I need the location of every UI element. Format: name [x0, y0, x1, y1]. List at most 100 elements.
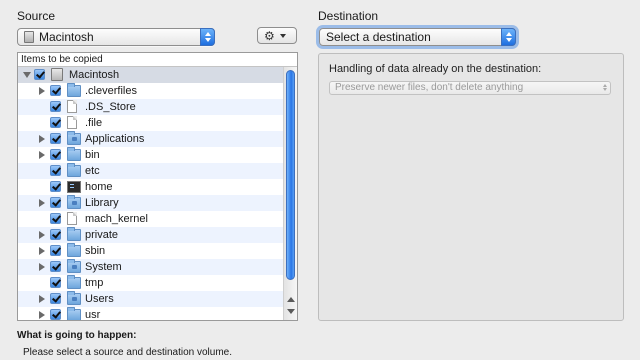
item-checkbox[interactable] — [50, 149, 61, 160]
file-icon — [67, 212, 77, 225]
popup-arrows-icon — [200, 28, 215, 46]
tree-row[interactable]: Library — [18, 195, 283, 211]
tree-item-label: etc — [85, 165, 100, 177]
tree-row[interactable]: Users — [18, 291, 283, 307]
tree-row[interactable]: Macintosh — [18, 67, 283, 83]
item-checkbox[interactable] — [50, 85, 61, 96]
popup-arrows-icon — [501, 28, 516, 46]
tree-row[interactable]: usr — [18, 307, 283, 321]
tree-item-label: Applications — [85, 133, 145, 145]
summary-title: What is going to happen: — [17, 330, 137, 341]
tree-item-label: mach_kernel — [85, 213, 148, 225]
scrollbar-thumb[interactable] — [286, 70, 295, 280]
scroll-down-arrow-icon[interactable] — [287, 309, 295, 314]
item-checkbox[interactable] — [50, 181, 61, 192]
disclosure-right-icon[interactable] — [39, 247, 45, 255]
tree-row[interactable]: .file — [18, 115, 283, 131]
tree-row[interactable]: .DS_Store — [18, 99, 283, 115]
disclosure-right-icon[interactable] — [39, 263, 45, 271]
vertical-scrollbar[interactable] — [283, 67, 297, 320]
tree-row[interactable]: sbin — [18, 243, 283, 259]
tree-item-label: .cleverfiles — [85, 85, 137, 97]
handling-popup[interactable]: Preserve newer files, don't delete anyth… — [329, 81, 611, 95]
alias-icon — [67, 181, 81, 193]
tree-row[interactable]: System — [18, 259, 283, 275]
popup-arrows-icon — [603, 84, 607, 91]
folder-icon — [67, 227, 81, 241]
handling-heading: Handling of data already on the destinat… — [329, 63, 542, 75]
folder-icon — [67, 147, 81, 161]
special-folder-icon — [67, 259, 81, 273]
item-checkbox[interactable] — [50, 213, 61, 224]
item-checkbox[interactable] — [50, 101, 61, 112]
disclosure-right-icon[interactable] — [39, 199, 45, 207]
tree-row[interactable]: bin — [18, 147, 283, 163]
item-checkbox[interactable] — [50, 229, 61, 240]
tree-row[interactable]: .cleverfiles — [18, 83, 283, 99]
tree-row[interactable]: Applications — [18, 131, 283, 147]
folder-icon — [67, 243, 81, 257]
tree-row[interactable]: home — [18, 179, 283, 195]
tree-item-label: .DS_Store — [85, 101, 136, 113]
tree-item-label: private — [85, 229, 119, 241]
destination-options-panel: Handling of data already on the destinat… — [318, 53, 624, 321]
tree-rows: Macintosh .cleverfiles .DS_Store .file Appli… — [18, 67, 283, 321]
scroll-up-arrow-icon[interactable] — [287, 297, 295, 302]
disclosure-right-icon[interactable] — [39, 87, 45, 95]
disclosure-right-icon[interactable] — [39, 295, 45, 303]
item-checkbox[interactable] — [34, 69, 45, 80]
source-popup-value: Macintosh — [39, 30, 94, 44]
file-icon — [67, 116, 77, 129]
tree-item-label: tmp — [85, 277, 104, 289]
tree-item-label: usr — [85, 309, 101, 321]
tree-item-label: Users — [85, 293, 114, 305]
tree-item-label: Macintosh — [69, 69, 120, 81]
item-checkbox[interactable] — [50, 245, 61, 256]
item-checkbox[interactable] — [50, 277, 61, 288]
tree-row[interactable]: mach_kernel — [18, 211, 283, 227]
item-checkbox[interactable] — [50, 165, 61, 176]
disclosure-right-icon[interactable] — [39, 135, 45, 143]
action-menu-button[interactable]: ⚙ — [257, 27, 297, 44]
folder-icon — [67, 163, 81, 177]
handling-popup-value: Preserve newer files, don't delete anyth… — [335, 82, 524, 93]
drive-icon — [51, 68, 63, 81]
item-checkbox[interactable] — [50, 309, 61, 320]
tree-row[interactable]: tmp — [18, 275, 283, 291]
disclosure-right-icon[interactable] — [39, 311, 45, 319]
chevron-down-icon — [279, 33, 286, 38]
item-checkbox[interactable] — [50, 293, 61, 304]
item-checkbox[interactable] — [50, 133, 61, 144]
folder-icon — [67, 275, 81, 289]
tree-item-label: Library — [85, 197, 119, 209]
special-folder-icon — [67, 195, 81, 209]
special-folder-icon — [67, 131, 81, 145]
folder-icon — [67, 83, 81, 97]
source-popup[interactable]: Macintosh — [17, 28, 215, 46]
drive-icon — [24, 31, 34, 43]
item-checkbox[interactable] — [50, 117, 61, 128]
tree-item-label: .file — [85, 117, 103, 129]
destination-popup-value: Select a destination — [326, 30, 431, 44]
disclosure-right-icon[interactable] — [39, 151, 45, 159]
disclosure-right-icon[interactable] — [39, 231, 45, 239]
item-checkbox[interactable] — [50, 197, 61, 208]
tree-item-label: bin — [85, 149, 100, 161]
source-label: Source — [17, 9, 56, 23]
tree-item-label: home — [85, 181, 113, 193]
destination-label: Destination — [318, 9, 379, 23]
destination-popup[interactable]: Select a destination — [319, 28, 516, 46]
summary-text: Please select a source and destination v… — [23, 347, 233, 358]
tree-row[interactable]: etc — [18, 163, 283, 179]
gear-icon: ⚙ — [264, 28, 275, 43]
tree-row[interactable]: private — [18, 227, 283, 243]
tree-header: Items to be copied — [18, 53, 297, 67]
folder-icon — [67, 307, 81, 320]
item-checkbox[interactable] — [50, 261, 61, 272]
tree-item-label: System — [85, 261, 122, 273]
tree-item-label: sbin — [85, 245, 106, 257]
special-folder-icon — [67, 291, 81, 305]
source-items-tree[interactable]: Items to be copied Macintosh .cleverfiles… — [17, 52, 298, 321]
file-icon — [67, 100, 77, 113]
disclosure-down-icon[interactable] — [23, 72, 31, 78]
